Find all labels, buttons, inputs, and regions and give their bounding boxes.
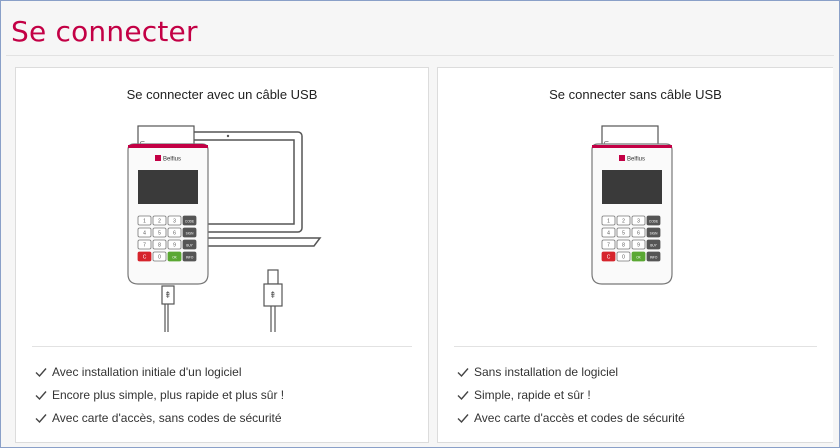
svg-text:Belfius: Belfius: [163, 157, 181, 163]
usb-connection-card[interactable]: Se connecter avec un câble USB US Belfiu…: [15, 67, 429, 443]
keypad-key-label: SIGN: [186, 232, 194, 236]
check-icon: [35, 368, 47, 378]
keypad-key-label: 6: [637, 231, 640, 237]
check-icon: [457, 368, 469, 378]
keypad-key-label: 2: [622, 219, 625, 225]
check-icon: [35, 414, 47, 424]
keypad-key-label: 7: [607, 243, 610, 249]
keypad-key-label: INFO: [650, 256, 658, 260]
keypad-key-label: BUY: [650, 244, 657, 248]
keypad-key-label: 4: [607, 231, 610, 237]
list-item: Avec installation initiale d'un logiciel: [34, 364, 284, 387]
keypad-key-label: 5: [158, 231, 161, 237]
card-title-wireless: Se connecter sans câble USB: [549, 87, 722, 102]
check-icon: [457, 391, 469, 401]
card-reader-icon: US Belfius 123CODE456SIGN789BUYC0OKINFO: [591, 125, 673, 285]
svg-text:Belfius: Belfius: [627, 157, 645, 163]
svg-text:⇞: ⇞: [269, 290, 277, 300]
feature-list-usb: Avec installation initiale d'un logiciel…: [34, 364, 284, 433]
keypad-key-label: INFO: [186, 256, 194, 260]
keypad-key-label: CODE: [185, 220, 194, 224]
list-item: Encore plus simple, plus rapide et plus …: [34, 387, 284, 410]
check-icon: [457, 414, 469, 424]
keypad-key-label: 1: [143, 219, 146, 225]
keypad-key-label: BUY: [186, 244, 193, 248]
feature-list-wireless: Sans installation de logiciel Simple, ra…: [456, 364, 685, 433]
keypad-key-label: 9: [637, 243, 640, 249]
keypad-key-label: 8: [158, 243, 161, 249]
keypad-key-label: 9: [173, 243, 176, 249]
check-icon: [35, 391, 47, 401]
reader-illustration: US Belfius 123CODE456SIGN789BUYC0OKINFO: [591, 125, 673, 285]
keypad-key-label: 2: [158, 219, 161, 225]
title-divider: [6, 55, 834, 56]
page-title: Se connecter: [11, 15, 198, 48]
keypad-key-label: 3: [637, 219, 640, 225]
list-item: Avec carte d'accès et codes de sécurité: [456, 410, 685, 433]
keypad-key-label: 7: [143, 243, 146, 249]
card-divider: [454, 346, 817, 347]
keypad-key-label: 8: [622, 243, 625, 249]
keypad-key-label: C: [143, 255, 147, 261]
keypad-key-label: CODE: [649, 220, 658, 224]
wireless-connection-card[interactable]: Se connecter sans câble USB US Belfius 1…: [437, 67, 833, 443]
keypad-key-label: 4: [143, 231, 146, 237]
list-item: Sans installation de logiciel: [456, 364, 685, 387]
keypad-key-label: C: [607, 255, 611, 261]
usb-symbol-icon: ⇞: [164, 290, 172, 300]
card-divider: [32, 346, 412, 347]
window: Se connecter Se connecter avec un câble …: [0, 0, 840, 448]
reader-with-laptop-illustration: US Belfius 123CODE456SIGN789BUYC0OKINFO …: [127, 125, 322, 332]
keypad-key-label: 3: [173, 219, 176, 225]
keypad-key-label: 0: [622, 255, 625, 261]
keypad-key-label: 0: [158, 255, 161, 261]
card-reader-icon: US Belfius 123CODE456SIGN789BUYC0OKINFO: [127, 125, 209, 285]
card-title-usb: Se connecter avec un câble USB: [126, 87, 318, 102]
keypad-key-label: 5: [622, 231, 625, 237]
keypad-key-label: SIGN: [650, 232, 658, 236]
keypad-key-label: 1: [607, 219, 610, 225]
keypad-key-label: 6: [173, 231, 176, 237]
list-item: Avec carte d'accès, sans codes de sécuri…: [34, 410, 284, 433]
list-item: Simple, rapide et sûr !: [456, 387, 685, 410]
